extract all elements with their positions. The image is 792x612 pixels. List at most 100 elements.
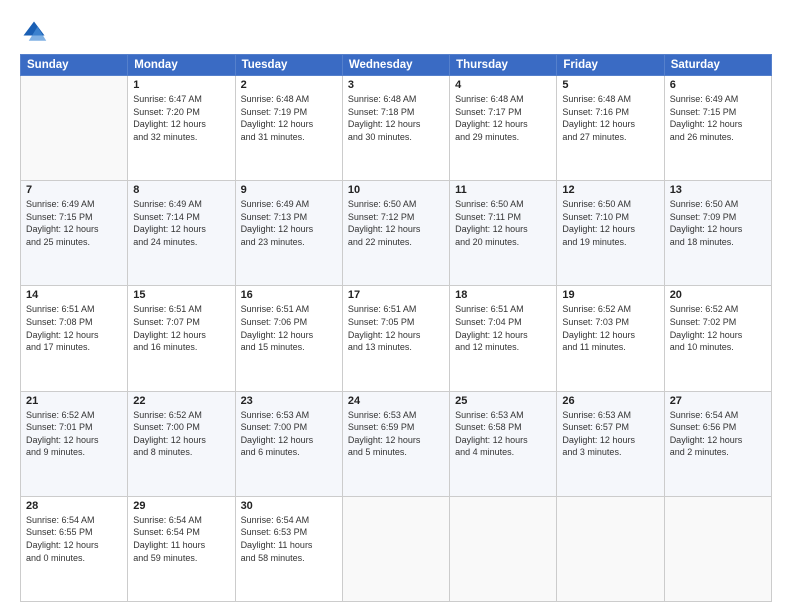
calendar-cell: 30 Sunrise: 6:54 AM Sunset: 6:53 PM Dayli… (235, 496, 342, 601)
day-info: Sunrise: 6:54 AM Sunset: 6:56 PM Dayligh… (670, 409, 766, 459)
day-info: Sunrise: 6:49 AM Sunset: 7:13 PM Dayligh… (241, 198, 337, 248)
weekday-header-tuesday: Tuesday (235, 55, 342, 76)
day-info: Sunrise: 6:48 AM Sunset: 7:18 PM Dayligh… (348, 93, 444, 143)
day-number: 28 (26, 500, 122, 512)
day-number: 14 (26, 289, 122, 301)
day-info: Sunrise: 6:47 AM Sunset: 7:20 PM Dayligh… (133, 93, 229, 143)
calendar-week-row: 1 Sunrise: 6:47 AM Sunset: 7:20 PM Daylig… (21, 76, 772, 181)
day-number: 19 (562, 289, 658, 301)
calendar-body: 1 Sunrise: 6:47 AM Sunset: 7:20 PM Daylig… (21, 76, 772, 602)
day-number: 7 (26, 184, 122, 196)
logo-icon (20, 18, 48, 46)
logo (20, 18, 52, 46)
day-number: 17 (348, 289, 444, 301)
day-info: Sunrise: 6:50 AM Sunset: 7:09 PM Dayligh… (670, 198, 766, 248)
day-info: Sunrise: 6:54 AM Sunset: 6:53 PM Dayligh… (241, 514, 337, 564)
day-number: 9 (241, 184, 337, 196)
weekday-header-thursday: Thursday (450, 55, 557, 76)
calendar-table: SundayMondayTuesdayWednesdayThursdayFrid… (20, 54, 772, 602)
day-info: Sunrise: 6:51 AM Sunset: 7:04 PM Dayligh… (455, 303, 551, 353)
day-number: 22 (133, 395, 229, 407)
day-info: Sunrise: 6:48 AM Sunset: 7:16 PM Dayligh… (562, 93, 658, 143)
calendar-cell: 20 Sunrise: 6:52 AM Sunset: 7:02 PM Dayli… (664, 286, 771, 391)
day-number: 29 (133, 500, 229, 512)
day-number: 6 (670, 79, 766, 91)
day-number: 25 (455, 395, 551, 407)
calendar-cell: 9 Sunrise: 6:49 AM Sunset: 7:13 PM Daylig… (235, 181, 342, 286)
calendar-week-row: 28 Sunrise: 6:54 AM Sunset: 6:55 PM Dayli… (21, 496, 772, 601)
calendar-cell: 27Sunrise: 6:54 AM Sunset: 6:56 PM Dayli… (664, 391, 771, 496)
calendar-cell: 6 Sunrise: 6:49 AM Sunset: 7:15 PM Daylig… (664, 76, 771, 181)
calendar-cell: 1 Sunrise: 6:47 AM Sunset: 7:20 PM Daylig… (128, 76, 235, 181)
day-number: 24 (348, 395, 444, 407)
calendar-cell: 12 Sunrise: 6:50 AM Sunset: 7:10 PM Dayli… (557, 181, 664, 286)
day-info: Sunrise: 6:53 AM Sunset: 6:58 PM Dayligh… (455, 409, 551, 459)
calendar-cell (557, 496, 664, 601)
day-number: 18 (455, 289, 551, 301)
day-info: Sunrise: 6:51 AM Sunset: 7:05 PM Dayligh… (348, 303, 444, 353)
calendar-cell: 18 Sunrise: 6:51 AM Sunset: 7:04 PM Dayli… (450, 286, 557, 391)
day-info: Sunrise: 6:54 AM Sunset: 6:55 PM Dayligh… (26, 514, 122, 564)
calendar-cell: 14 Sunrise: 6:51 AM Sunset: 7:08 PM Dayli… (21, 286, 128, 391)
day-info: Sunrise: 6:50 AM Sunset: 7:12 PM Dayligh… (348, 198, 444, 248)
calendar-cell (342, 496, 449, 601)
day-number: 1 (133, 79, 229, 91)
day-info: Sunrise: 6:53 AM Sunset: 6:59 PM Dayligh… (348, 409, 444, 459)
day-info: Sunrise: 6:52 AM Sunset: 7:00 PM Dayligh… (133, 409, 229, 459)
day-info: Sunrise: 6:51 AM Sunset: 7:07 PM Dayligh… (133, 303, 229, 353)
day-info: Sunrise: 6:53 AM Sunset: 7:00 PM Dayligh… (241, 409, 337, 459)
day-info: Sunrise: 6:50 AM Sunset: 7:10 PM Dayligh… (562, 198, 658, 248)
day-info: Sunrise: 6:49 AM Sunset: 7:14 PM Dayligh… (133, 198, 229, 248)
weekday-header-wednesday: Wednesday (342, 55, 449, 76)
calendar-cell: 4Sunrise: 6:48 AM Sunset: 7:17 PM Daylig… (450, 76, 557, 181)
day-number: 8 (133, 184, 229, 196)
calendar-cell: 5Sunrise: 6:48 AM Sunset: 7:16 PM Daylig… (557, 76, 664, 181)
calendar-week-row: 7 Sunrise: 6:49 AM Sunset: 7:15 PM Daylig… (21, 181, 772, 286)
day-number: 12 (562, 184, 658, 196)
calendar-cell: 13 Sunrise: 6:50 AM Sunset: 7:09 PM Dayli… (664, 181, 771, 286)
calendar-cell: 8 Sunrise: 6:49 AM Sunset: 7:14 PM Daylig… (128, 181, 235, 286)
day-number: 26 (562, 395, 658, 407)
calendar-cell: 15 Sunrise: 6:51 AM Sunset: 7:07 PM Dayli… (128, 286, 235, 391)
day-number: 2 (241, 79, 337, 91)
day-number: 20 (670, 289, 766, 301)
calendar-cell: 25 Sunrise: 6:53 AM Sunset: 6:58 PM Dayli… (450, 391, 557, 496)
day-number: 11 (455, 184, 551, 196)
calendar-cell (450, 496, 557, 601)
weekday-header-sunday: Sunday (21, 55, 128, 76)
calendar-cell: 21Sunrise: 6:52 AM Sunset: 7:01 PM Dayli… (21, 391, 128, 496)
day-info: Sunrise: 6:52 AM Sunset: 7:02 PM Dayligh… (670, 303, 766, 353)
calendar-cell: 16Sunrise: 6:51 AM Sunset: 7:06 PM Dayli… (235, 286, 342, 391)
calendar-week-row: 21Sunrise: 6:52 AM Sunset: 7:01 PM Dayli… (21, 391, 772, 496)
calendar-cell: 28 Sunrise: 6:54 AM Sunset: 6:55 PM Dayli… (21, 496, 128, 601)
calendar-cell: 17 Sunrise: 6:51 AM Sunset: 7:05 PM Dayli… (342, 286, 449, 391)
day-info: Sunrise: 6:50 AM Sunset: 7:11 PM Dayligh… (455, 198, 551, 248)
day-info: Sunrise: 6:52 AM Sunset: 7:03 PM Dayligh… (562, 303, 658, 353)
day-info: Sunrise: 6:48 AM Sunset: 7:19 PM Dayligh… (241, 93, 337, 143)
weekday-row: SundayMondayTuesdayWednesdayThursdayFrid… (21, 55, 772, 76)
calendar-cell: 22 Sunrise: 6:52 AM Sunset: 7:00 PM Dayli… (128, 391, 235, 496)
day-number: 15 (133, 289, 229, 301)
day-info: Sunrise: 6:49 AM Sunset: 7:15 PM Dayligh… (26, 198, 122, 248)
calendar-cell (664, 496, 771, 601)
calendar-cell: 19 Sunrise: 6:52 AM Sunset: 7:03 PM Dayli… (557, 286, 664, 391)
day-info: Sunrise: 6:51 AM Sunset: 7:08 PM Dayligh… (26, 303, 122, 353)
day-number: 30 (241, 500, 337, 512)
day-number: 3 (348, 79, 444, 91)
day-info: Sunrise: 6:54 AM Sunset: 6:54 PM Dayligh… (133, 514, 229, 564)
day-info: Sunrise: 6:53 AM Sunset: 6:57 PM Dayligh… (562, 409, 658, 459)
calendar-cell: 11 Sunrise: 6:50 AM Sunset: 7:11 PM Dayli… (450, 181, 557, 286)
calendar-cell: 24 Sunrise: 6:53 AM Sunset: 6:59 PM Dayli… (342, 391, 449, 496)
weekday-header-monday: Monday (128, 55, 235, 76)
calendar-cell: 7 Sunrise: 6:49 AM Sunset: 7:15 PM Daylig… (21, 181, 128, 286)
header (20, 18, 772, 46)
calendar-cell: 26 Sunrise: 6:53 AM Sunset: 6:57 PM Dayli… (557, 391, 664, 496)
day-number: 13 (670, 184, 766, 196)
day-number: 10 (348, 184, 444, 196)
calendar-cell (21, 76, 128, 181)
calendar-cell: 3 Sunrise: 6:48 AM Sunset: 7:18 PM Daylig… (342, 76, 449, 181)
calendar-week-row: 14 Sunrise: 6:51 AM Sunset: 7:08 PM Dayli… (21, 286, 772, 391)
calendar-cell: 2 Sunrise: 6:48 AM Sunset: 7:19 PM Daylig… (235, 76, 342, 181)
day-number: 23 (241, 395, 337, 407)
day-info: Sunrise: 6:49 AM Sunset: 7:15 PM Dayligh… (670, 93, 766, 143)
